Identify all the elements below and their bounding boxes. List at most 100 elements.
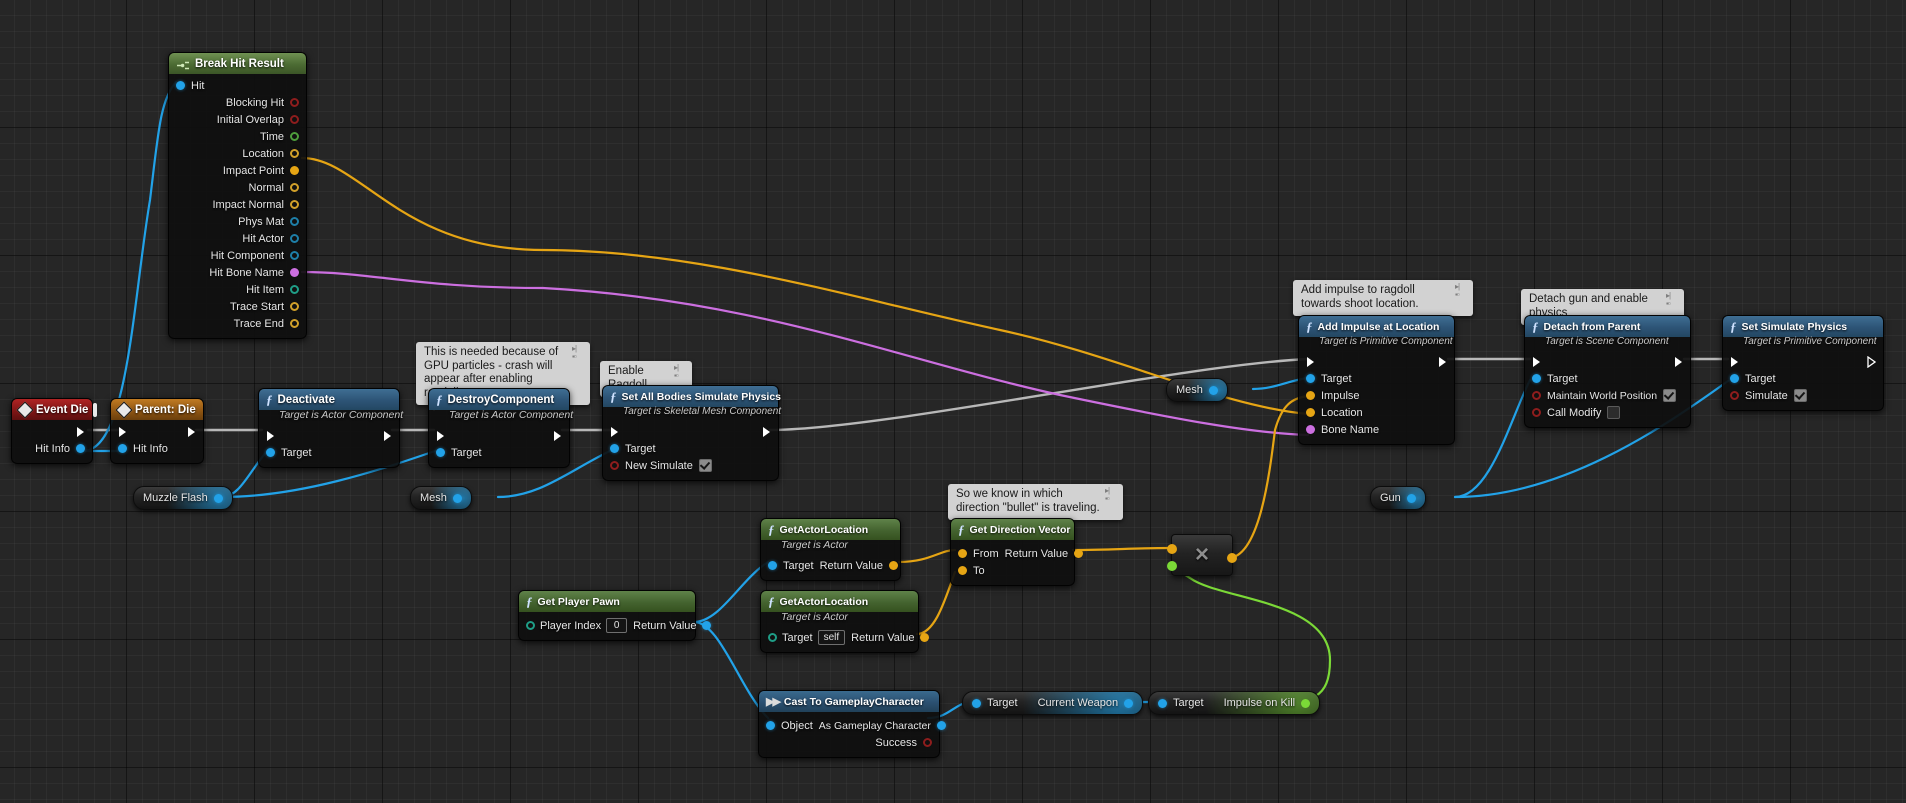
node-event-die[interactable]: Event Die Hit Info — [11, 398, 98, 464]
pin-row-target[interactable]: Target — [429, 444, 569, 461]
hit-item-output-pin[interactable] — [290, 285, 299, 294]
pin-row-object-result[interactable]: Object As Gameplay Character — [759, 717, 946, 734]
target-input-pin[interactable] — [610, 444, 619, 453]
node-set-simulate-physics[interactable]: ƒ Set Simulate Physics Target is Primiti… — [1722, 315, 1884, 411]
bone-name-input-pin[interactable] — [1306, 425, 1315, 434]
from-input-pin[interactable] — [958, 549, 967, 558]
new-simulate-input-pin[interactable] — [610, 461, 619, 470]
return-value-output-pin[interactable] — [701, 621, 711, 630]
exec-input-pin[interactable] — [436, 430, 445, 442]
node-set-all-bodies-simulate-physics[interactable]: ƒ Set All Bodies Simulate Physics Target… — [602, 385, 781, 481]
mesh-left-output-pin[interactable] — [452, 493, 462, 503]
multiply-input-b-pin[interactable] — [1167, 561, 1177, 571]
pin-row-to[interactable]: To — [951, 562, 1074, 579]
exec-output-pin[interactable] — [76, 426, 85, 438]
pin-row-index-return[interactable]: Player Index 0 Return Value — [519, 617, 711, 634]
pin-row-target-return[interactable]: Target Return Value — [761, 557, 900, 574]
node-add-impulse-at-location[interactable]: ƒ Add Impulse at Location Target is Prim… — [1298, 315, 1455, 445]
pin-row-impulse[interactable]: Impulse — [1299, 387, 1454, 404]
initial-overlap-output-pin[interactable] — [290, 115, 299, 124]
getter-mesh-right[interactable]: Mesh — [1166, 378, 1228, 402]
hit-actor-output-pin[interactable] — [290, 234, 299, 243]
blueprint-graph-canvas[interactable]: This is needed because of GPU particles … — [0, 0, 1906, 803]
pin-row-exec[interactable] — [259, 427, 399, 444]
pin-row-exec-out[interactable] — [12, 423, 92, 440]
getter-muzzle-flash[interactable]: Muzzle Flash — [133, 486, 233, 510]
pin-row-maintain-world-position[interactable]: Maintain World Position — [1525, 387, 1690, 404]
blocking-hit-output-pin[interactable] — [290, 98, 299, 107]
pin-row-from-return[interactable]: From Return Value — [951, 545, 1084, 562]
exec-input-pin[interactable] — [1306, 356, 1315, 368]
hit-info-input-pin[interactable] — [118, 444, 127, 453]
getter-gun[interactable]: Gun — [1370, 486, 1426, 510]
getter-current-weapon[interactable]: Target Current Weapon — [962, 691, 1144, 715]
node-deactivate[interactable]: ƒ Deactivate Target is Actor Component T… — [258, 388, 403, 468]
pin-row-target[interactable]: Target — [259, 444, 399, 461]
maintain-world-position-input-pin[interactable] — [1532, 391, 1541, 400]
node-break-hit-result[interactable]: Break Hit Result Hit Blocking Hit Initia… — [168, 52, 307, 339]
pin-row-time[interactable]: Time — [169, 128, 306, 145]
return-value-output-pin[interactable] — [888, 561, 898, 570]
node-detach-from-parent[interactable]: ƒ Detach from Parent Target is Scene Com… — [1524, 315, 1691, 428]
player-index-value[interactable]: 0 — [606, 618, 628, 633]
trace-end-output-pin[interactable] — [290, 319, 299, 328]
node-get-player-pawn[interactable]: ƒ Get Player Pawn Player Index 0 Return … — [518, 590, 711, 641]
pin-row-hit[interactable]: Hit — [169, 77, 306, 94]
gun-output-pin[interactable] — [1406, 493, 1416, 503]
target-self-value[interactable]: self — [817, 630, 846, 645]
pin-row-hit-actor[interactable]: Hit Actor — [169, 230, 306, 247]
comment-add-impulse[interactable]: Add impulse to ragdoll towards shoot loc… — [1293, 280, 1473, 322]
pin-row-hit-info-in[interactable]: Hit Info — [111, 440, 203, 457]
exec-output-pin[interactable] — [383, 430, 392, 442]
exec-output-pin[interactable] — [1674, 356, 1683, 368]
hit-info-output-pin[interactable] — [76, 444, 85, 453]
pin-row-location[interactable]: Location — [169, 145, 306, 162]
exec-output-pin[interactable] — [1438, 356, 1447, 368]
pin-row-target[interactable]: Target — [1723, 370, 1883, 387]
target-input-pin[interactable] — [1730, 374, 1739, 383]
current-weapon-output-pin[interactable] — [1124, 698, 1134, 708]
phys-mat-output-pin[interactable] — [290, 217, 299, 226]
pin-row-phys-mat[interactable]: Phys Mat — [169, 213, 306, 230]
multiply-output-pin[interactable] — [1227, 553, 1237, 563]
exec-input-pin[interactable] — [118, 426, 127, 438]
call-modify-input-pin[interactable] — [1532, 408, 1541, 417]
time-output-pin[interactable] — [290, 132, 299, 141]
hit-input-pin[interactable] — [176, 81, 185, 90]
pin-row-success[interactable]: Success — [759, 734, 939, 751]
exec-output-pin[interactable] — [1867, 355, 1876, 368]
node-parent-die[interactable]: Parent: Die Hit Info — [110, 398, 204, 464]
success-output-pin[interactable] — [923, 738, 932, 747]
exec-input-pin[interactable] — [1730, 356, 1739, 368]
location-input-pin[interactable] — [1306, 408, 1315, 417]
node-multiply[interactable]: × — [1167, 534, 1237, 576]
getter-impulse-on-kill[interactable]: Target Impulse on Kill — [1148, 691, 1321, 715]
current-weapon-target-pin[interactable] — [972, 698, 981, 708]
pin-row-hit-component[interactable]: Hit Component — [169, 247, 306, 264]
pin-row-target-return[interactable]: Target self Return Value — [761, 629, 929, 646]
pin-row-trace-end[interactable]: Trace End — [169, 315, 306, 332]
impact-normal-output-pin[interactable] — [290, 200, 299, 209]
pin-row-target[interactable]: Target — [1299, 370, 1454, 387]
pin-row-bone-name[interactable]: Bone Name — [1299, 421, 1454, 438]
player-index-input-pin[interactable] — [526, 621, 535, 630]
return-value-output-pin[interactable] — [1074, 549, 1084, 558]
pin-row-exec[interactable] — [429, 427, 569, 444]
pin-row-hit-info-out[interactable]: Hit Info — [12, 440, 92, 457]
normal-output-pin[interactable] — [290, 183, 299, 192]
exec-input-pin[interactable] — [266, 430, 275, 442]
location-output-pin[interactable] — [290, 149, 299, 158]
pin-row-new-simulate[interactable]: New Simulate — [603, 457, 778, 474]
hit-component-output-pin[interactable] — [290, 251, 299, 260]
target-input-pin[interactable] — [768, 561, 777, 570]
impact-point-output-pin[interactable] — [290, 166, 299, 175]
simulate-checkbox[interactable] — [1793, 389, 1807, 402]
target-input-pin[interactable] — [768, 633, 777, 642]
pin-row-trace-start[interactable]: Trace Start — [169, 298, 306, 315]
pin-row-blocking-hit[interactable]: Blocking Hit — [169, 94, 306, 111]
pin-row-hit-bone-name[interactable]: Hit Bone Name — [169, 264, 306, 281]
pin-row-location[interactable]: Location — [1299, 404, 1454, 421]
pin-row-exec[interactable] — [1299, 353, 1454, 370]
exec-output-pin[interactable] — [553, 430, 562, 442]
new-simulate-checkbox[interactable] — [698, 459, 712, 472]
